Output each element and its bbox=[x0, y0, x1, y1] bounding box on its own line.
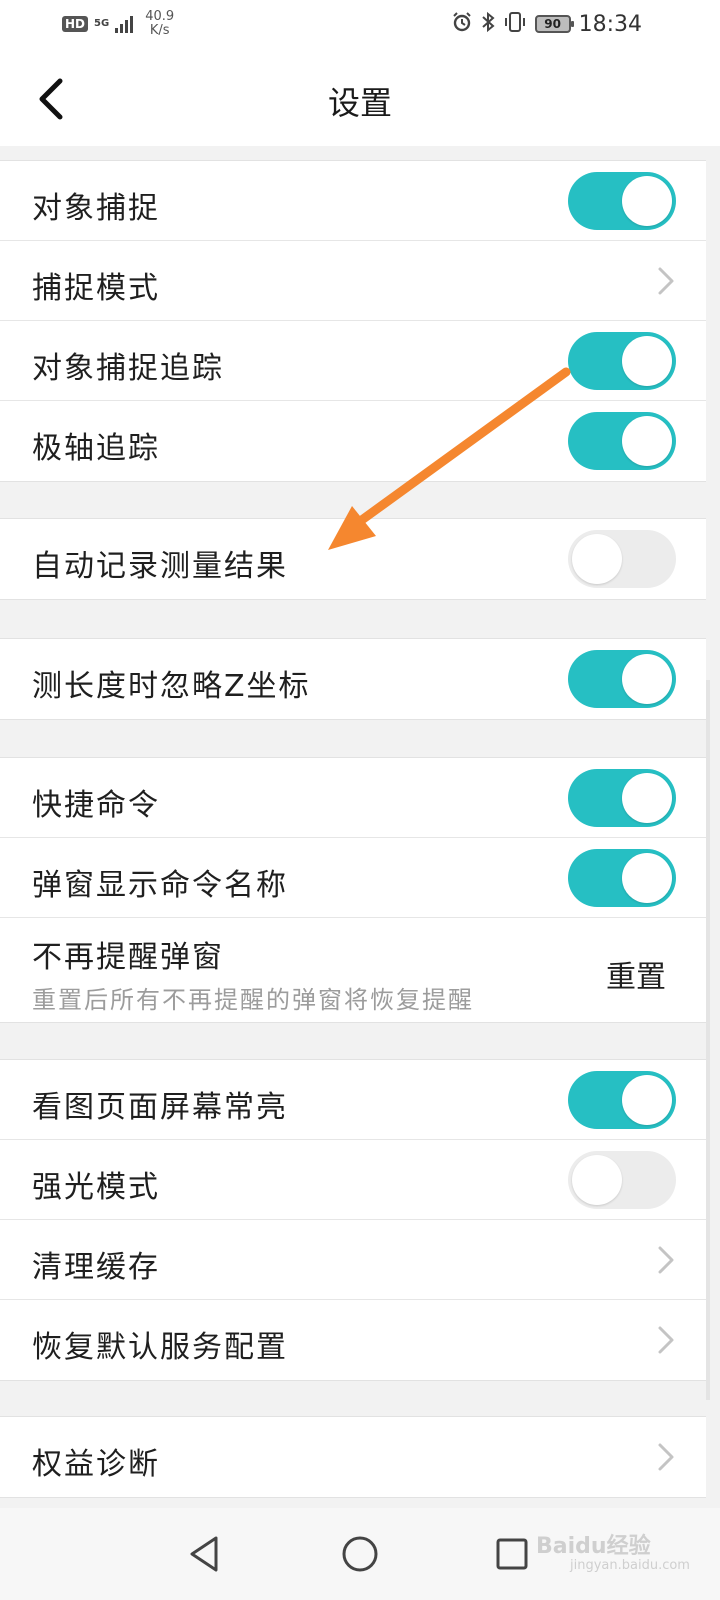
chevron-right-icon bbox=[658, 1326, 674, 1354]
clock: 18:34 bbox=[578, 11, 642, 37]
alarm-icon bbox=[451, 11, 473, 38]
bluetooth-icon bbox=[481, 11, 495, 38]
hd-badge: HD bbox=[62, 16, 89, 32]
screen-always-on-toggle[interactable] bbox=[568, 1071, 676, 1129]
setting-label: 看图页面屏幕常亮 bbox=[32, 1090, 288, 1125]
toggle-knob bbox=[622, 416, 672, 466]
settings-group-command: 快捷命令 弹窗显示命令名称 不再提醒弹窗 重置后所有不再提醒的弹窗将恢复提醒 重… bbox=[0, 757, 706, 1023]
speed-value: 40.9 bbox=[145, 9, 175, 24]
settings-group-snap: 对象捕捉 捕捉模式 对象捕捉追踪 极轴追踪 bbox=[0, 160, 706, 482]
setting-label: 自动记录测量结果 bbox=[32, 549, 288, 584]
reset-button[interactable]: 重置 bbox=[606, 952, 666, 996]
setting-clear-cache[interactable]: 清理缓存 bbox=[0, 1220, 706, 1300]
toggle-knob bbox=[622, 1075, 672, 1125]
setting-no-remind-popup: 不再提醒弹窗 重置后所有不再提醒的弹窗将恢复提醒 重置 bbox=[0, 918, 706, 1022]
setting-label: 恢复默认服务配置 bbox=[32, 1330, 288, 1365]
home-circle-icon[interactable] bbox=[338, 1532, 382, 1576]
setting-sublabel: 重置后所有不再提醒的弹窗将恢复提醒 bbox=[32, 986, 474, 1014]
setting-strong-light: 强光模式 bbox=[0, 1140, 706, 1220]
toggle-knob bbox=[572, 534, 622, 584]
setting-label: 快捷命令 bbox=[32, 788, 160, 823]
settings-group-rights: 权益诊断 bbox=[0, 1416, 706, 1498]
setting-popup-command-name: 弹窗显示命令名称 bbox=[0, 838, 706, 918]
settings-group-measure: 自动记录测量结果 bbox=[0, 518, 706, 600]
setting-label: 清理缓存 bbox=[32, 1250, 160, 1285]
popup-command-name-toggle[interactable] bbox=[568, 849, 676, 907]
setting-ignore-z: 测长度时忽略Z坐标 bbox=[0, 639, 706, 719]
setting-auto-record: 自动记录测量结果 bbox=[0, 519, 706, 599]
auto-record-toggle[interactable] bbox=[568, 530, 676, 588]
setting-restore-default[interactable]: 恢复默认服务配置 bbox=[0, 1300, 706, 1380]
speed-unit: K/s bbox=[149, 23, 170, 38]
toggle-knob bbox=[622, 176, 672, 226]
setting-label: 捕捉模式 bbox=[32, 271, 160, 306]
network-speed: 40.9 K/s bbox=[145, 10, 174, 38]
recents-square-icon[interactable] bbox=[490, 1532, 534, 1576]
setting-label: 极轴追踪 bbox=[32, 431, 160, 466]
setting-label: 对象捕捉追踪 bbox=[32, 351, 224, 386]
chevron-right-icon bbox=[658, 1443, 674, 1471]
toggle-knob bbox=[622, 853, 672, 903]
setting-snap-tracking: 对象捕捉追踪 bbox=[0, 321, 706, 401]
setting-label: 弹窗显示命令名称 bbox=[32, 868, 288, 903]
setting-screen-always-on: 看图页面屏幕常亮 bbox=[0, 1060, 706, 1140]
chevron-right-icon bbox=[658, 267, 674, 295]
status-left: HD 5G 40.9 K/s bbox=[62, 10, 174, 38]
strong-light-toggle[interactable] bbox=[568, 1151, 676, 1209]
setting-quick-command: 快捷命令 bbox=[0, 758, 706, 838]
toggle-knob bbox=[572, 1155, 622, 1205]
title-bar: 设置 bbox=[0, 50, 720, 146]
setting-object-snap: 对象捕捉 bbox=[0, 161, 706, 241]
toggle-knob bbox=[622, 773, 672, 823]
status-right: 90 18:34 bbox=[451, 10, 642, 38]
watermark: Baidu经验 bbox=[536, 1534, 651, 1559]
page-title: 设置 bbox=[327, 84, 392, 122]
watermark-url: jingyan.baidu.com bbox=[570, 1558, 690, 1573]
scrollbar[interactable] bbox=[706, 680, 710, 1400]
system-nav-bar: Baidu经验 jingyan.baidu.com bbox=[0, 1508, 720, 1600]
vibrate-icon bbox=[503, 11, 527, 38]
setting-label: 不再提醒弹窗 bbox=[32, 940, 224, 975]
battery-indicator: 90 bbox=[534, 15, 574, 33]
setting-label: 强光模式 bbox=[32, 1170, 160, 1205]
toggle-knob bbox=[622, 654, 672, 704]
ignore-z-toggle[interactable] bbox=[568, 650, 676, 708]
network-type: 5G bbox=[94, 18, 110, 29]
chevron-right-icon bbox=[658, 1246, 674, 1274]
toggle-knob bbox=[622, 336, 672, 386]
settings-group-display: 看图页面屏幕常亮 强光模式 清理缓存 恢复默认服务配置 bbox=[0, 1059, 706, 1381]
signal-icon bbox=[115, 15, 134, 33]
setting-label: 测长度时忽略Z坐标 bbox=[32, 669, 311, 704]
setting-label: 权益诊断 bbox=[32, 1447, 160, 1482]
quick-command-toggle[interactable] bbox=[568, 769, 676, 827]
object-snap-toggle[interactable] bbox=[568, 172, 676, 230]
setting-label: 对象捕捉 bbox=[32, 191, 160, 226]
setting-polar-tracking: 极轴追踪 bbox=[0, 401, 706, 481]
snap-tracking-toggle[interactable] bbox=[568, 332, 676, 390]
setting-snap-mode[interactable]: 捕捉模式 bbox=[0, 241, 706, 321]
back-triangle-icon[interactable] bbox=[184, 1532, 228, 1576]
settings-group-z: 测长度时忽略Z坐标 bbox=[0, 638, 706, 720]
status-bar: HD 5G 40.9 K/s 90 18:34 bbox=[0, 0, 720, 50]
polar-tracking-toggle[interactable] bbox=[568, 412, 676, 470]
setting-rights-diagnosis[interactable]: 权益诊断 bbox=[0, 1417, 706, 1497]
